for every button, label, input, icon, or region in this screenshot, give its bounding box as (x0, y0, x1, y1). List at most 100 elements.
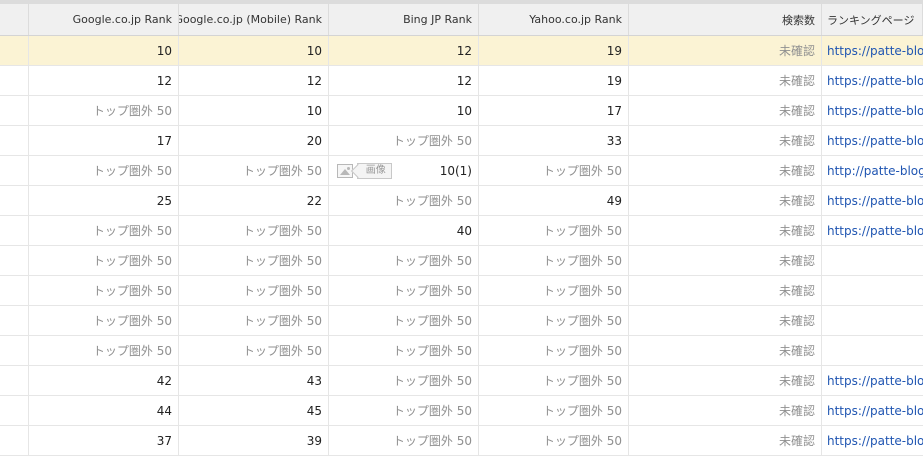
search-volume-cell: 未確認 (629, 126, 822, 155)
bing-rank-cell: トップ圏外 50 (329, 246, 479, 275)
google-rank-cell: トップ圏外 50 (29, 306, 179, 335)
ranking-page-link[interactable]: https://patte-blog.c (822, 66, 923, 95)
row-spacer (0, 186, 29, 215)
table-row[interactable]: トップ圏外 50 トップ圏外 50 40 トップ圏外 50 未確認 https://pat… (0, 216, 923, 246)
ranking-page-link[interactable]: https://patte-blog.c (822, 36, 923, 65)
ranking-page-link[interactable]: https://patte-blog.c (822, 396, 923, 425)
ranking-page-link (822, 336, 923, 365)
table-row[interactable]: 42 43 トップ圏外 50 トップ圏外 50 未確認 https://patte-blo… (0, 366, 923, 396)
table-row[interactable]: 37 39 トップ圏外 50 トップ圏外 50 未確認 https://patte-blo… (0, 426, 923, 456)
yahoo-rank-cell: トップ圏外 50 (479, 396, 629, 425)
table-row[interactable]: トップ圏外 50 トップ圏外 50 トップ圏外 50 トップ圏外 50 未確認 (0, 276, 923, 306)
image-tag: 画像 (356, 162, 392, 179)
table-row[interactable]: トップ圏外 50101017未確認https://patte-blog.c (0, 96, 923, 126)
ranking-page-link[interactable]: https://patte-blog.c (822, 366, 923, 395)
table-row[interactable]: トップ圏外 50 トップ圏外 50 トップ圏外 50 トップ圏外 50 未確認 (0, 246, 923, 276)
bing-rank-cell: 12 (329, 66, 479, 95)
header-ranking-page[interactable]: ランキングページ (822, 4, 923, 35)
ranking-page-link[interactable]: http://patte-blog.co (822, 156, 923, 185)
search-volume-cell: 未確認 (629, 96, 822, 125)
google-rank-cell: トップ圏外 50 (29, 246, 179, 275)
google-rank-cell: トップ圏外 50 (29, 96, 179, 125)
row-spacer (0, 426, 29, 455)
search-volume-cell: 未確認 (629, 246, 822, 275)
table-row[interactable]: トップ圏外 50 トップ圏外 50 トップ圏外 50 トップ圏外 50 未確認 (0, 336, 923, 366)
search-volume-cell: 未確認 (629, 186, 822, 215)
row-spacer (0, 336, 29, 365)
header-google-rank[interactable]: Google.co.jp Rank (29, 4, 179, 35)
ranking-page-link (822, 306, 923, 335)
yahoo-rank-cell: トップ圏外 50 (479, 276, 629, 305)
header-spacer (0, 4, 29, 35)
google-mobile-rank-cell: 45 (179, 396, 329, 425)
google-rank-cell: トップ圏外 50 (29, 216, 179, 245)
google-mobile-rank-cell: 10 (179, 96, 329, 125)
search-volume-cell: 未確認 (629, 366, 822, 395)
header-yahoo-rank[interactable]: Yahoo.co.jp Rank (479, 4, 629, 35)
image-result-badge: 画像 (336, 162, 392, 179)
table-row[interactable]: トップ圏外 50 トップ圏外 50 画像 10(1) トップ圏外 50 未確認 http:/… (0, 156, 923, 186)
row-spacer (0, 396, 29, 425)
google-mobile-rank-cell: トップ圏外 50 (179, 156, 329, 185)
yahoo-rank-cell: 19 (479, 66, 629, 95)
yahoo-rank-cell: トップ圏外 50 (479, 366, 629, 395)
google-mobile-rank-cell: 39 (179, 426, 329, 455)
search-volume-cell: 未確認 (629, 396, 822, 425)
ranking-table: Google.co.jp Rank Google.co.jp (Mobile) … (0, 0, 923, 456)
row-spacer (0, 156, 29, 185)
row-spacer (0, 66, 29, 95)
header-google-mobile-rank[interactable]: Google.co.jp (Mobile) Rank (179, 4, 329, 35)
ranking-page-link (822, 276, 923, 305)
bing-rank-cell: トップ圏外 50 (329, 366, 479, 395)
table-body: 10101219未確認https://patte-blog.c12121219未… (0, 36, 923, 456)
ranking-page-link[interactable]: https://patte-blog.c (822, 426, 923, 455)
bing-rank-cell: 画像 10(1) (329, 156, 479, 185)
ranking-page-link[interactable]: https://patte-blog.c (822, 96, 923, 125)
bing-rank-cell: トップ圏外 50 (329, 396, 479, 425)
bing-rank-cell: トップ圏外 50 (329, 186, 479, 215)
ranking-page-link[interactable]: https://patte-blog.c (822, 216, 923, 245)
bing-rank-cell: トップ圏外 50 (329, 426, 479, 455)
ranking-page-link (822, 246, 923, 275)
yahoo-rank-cell: トップ圏外 50 (479, 336, 629, 365)
google-rank-cell: 10 (29, 36, 179, 65)
google-rank-cell: 25 (29, 186, 179, 215)
google-rank-cell: トップ圏外 50 (29, 156, 179, 185)
search-volume-cell: 未確認 (629, 276, 822, 305)
search-volume-cell: 未確認 (629, 336, 822, 365)
google-rank-cell: トップ圏外 50 (29, 336, 179, 365)
yahoo-rank-cell: 19 (479, 36, 629, 65)
search-volume-cell: 未確認 (629, 66, 822, 95)
row-spacer (0, 246, 29, 275)
table-row[interactable]: トップ圏外 50 トップ圏外 50 トップ圏外 50 トップ圏外 50 未確認 (0, 306, 923, 336)
header-bing-rank[interactable]: Bing JP Rank (329, 4, 479, 35)
google-mobile-rank-cell: 20 (179, 126, 329, 155)
google-rank-cell: 37 (29, 426, 179, 455)
row-spacer (0, 126, 29, 155)
bing-rank-cell: トップ圏外 50 (329, 276, 479, 305)
yahoo-rank-cell: トップ圏外 50 (479, 246, 629, 275)
row-spacer (0, 216, 29, 245)
google-mobile-rank-cell: トップ圏外 50 (179, 216, 329, 245)
table-row[interactable]: 2522トップ圏外 5049未確認https://patte-blog.c (0, 186, 923, 216)
google-mobile-rank-cell: トップ圏外 50 (179, 276, 329, 305)
table-row[interactable]: 1720トップ圏外 5033未確認https://patte-blog.c (0, 126, 923, 156)
ranking-page-link[interactable]: https://patte-blog.c (822, 126, 923, 155)
table-row[interactable]: 44 45 トップ圏外 50 トップ圏外 50 未確認 https://patte-blo… (0, 396, 923, 426)
google-rank-cell: トップ圏外 50 (29, 276, 179, 305)
table-row[interactable]: 12121219未確認https://patte-blog.c (0, 66, 923, 96)
table-row[interactable]: 10101219未確認https://patte-blog.c (0, 36, 923, 66)
bing-rank-value: 10(1) (439, 163, 472, 178)
ranking-page-link[interactable]: https://patte-blog.c (822, 186, 923, 215)
search-volume-cell: 未確認 (629, 156, 822, 185)
yahoo-rank-cell: 33 (479, 126, 629, 155)
row-spacer (0, 36, 29, 65)
yahoo-rank-cell: トップ圏外 50 (479, 306, 629, 335)
google-mobile-rank-cell: 12 (179, 66, 329, 95)
row-spacer (0, 96, 29, 125)
bing-rank-cell: トップ圏外 50 (329, 306, 479, 335)
search-volume-cell: 未確認 (629, 426, 822, 455)
table-header: Google.co.jp Rank Google.co.jp (Mobile) … (0, 4, 923, 36)
header-search-volume[interactable]: 検索数 (629, 4, 822, 35)
google-mobile-rank-cell: 10 (179, 36, 329, 65)
